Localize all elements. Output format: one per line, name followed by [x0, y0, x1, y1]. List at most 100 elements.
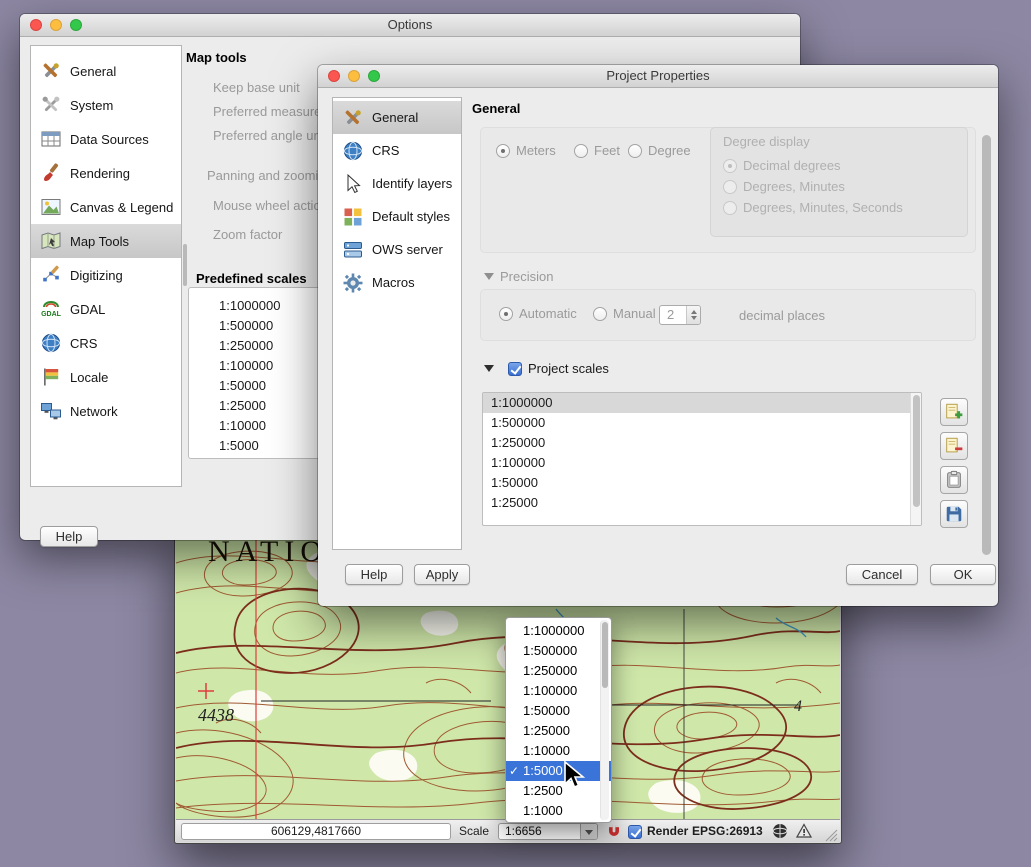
- project-scales-list[interactable]: 1:1000000 1:500000 1:250000 1:100000 1:5…: [482, 392, 922, 526]
- coordinate-box[interactable]: 606129,4817660: [181, 823, 451, 840]
- magnet-icon[interactable]: [606, 823, 622, 839]
- sidebar-item-locale[interactable]: Locale: [31, 360, 181, 394]
- scale-option[interactable]: 1:10000: [506, 741, 611, 761]
- radio-row-degree[interactable]: Degree: [628, 143, 691, 158]
- gear-icon: [342, 272, 364, 294]
- floppy-disk-icon: [944, 504, 964, 524]
- scrollbar-thumb[interactable]: [183, 244, 187, 286]
- sidebar-item-network[interactable]: Network: [31, 394, 181, 428]
- degree-radio[interactable]: [628, 144, 642, 158]
- radio-row-feet[interactable]: Feet: [574, 143, 620, 158]
- ok-button[interactable]: OK: [930, 564, 996, 585]
- sidebar-item-crs[interactable]: CRS: [333, 134, 461, 167]
- minimize-button[interactable]: [348, 70, 360, 82]
- sidebar-item-system[interactable]: System: [31, 88, 181, 122]
- precision-section-header[interactable]: Precision: [484, 269, 553, 284]
- feet-radio[interactable]: [574, 144, 588, 158]
- sidebar-item-data-sources[interactable]: Data Sources: [31, 122, 181, 156]
- degrees-minutes-label: Degrees, Minutes: [743, 179, 845, 194]
- disclosure-triangle-icon[interactable]: [484, 273, 494, 280]
- titlebar[interactable]: Project Properties: [318, 65, 998, 88]
- apply-button[interactable]: Apply: [414, 564, 470, 585]
- sidebar-item-rendering[interactable]: Rendering: [31, 156, 181, 190]
- messages-warning-icon[interactable]: [796, 823, 812, 839]
- scrollbar-thumb[interactable]: [602, 622, 608, 688]
- list-item[interactable]: 1:250000: [483, 433, 921, 453]
- radio-row-automatic[interactable]: Automatic: [499, 306, 577, 321]
- zoom-button[interactable]: [368, 70, 380, 82]
- project-scales-checkbox[interactable]: [508, 362, 522, 376]
- help-button[interactable]: Help: [345, 564, 403, 585]
- globe-icon: [342, 140, 364, 162]
- crs-status-icon[interactable]: [772, 823, 788, 839]
- tools-icon: [342, 107, 364, 129]
- radio-row-manual[interactable]: Manual: [593, 306, 656, 321]
- resize-grip[interactable]: [822, 826, 838, 842]
- sidebar-item-label: Canvas & Legend: [70, 200, 173, 215]
- page-plus-icon: [944, 402, 964, 422]
- list-scrollbar[interactable]: [910, 393, 921, 525]
- scale-option[interactable]: 1:500000: [506, 641, 611, 661]
- sidebar-item-digitizing[interactable]: Digitizing: [31, 258, 181, 292]
- sidebar-item-general[interactable]: General: [31, 54, 181, 88]
- list-item[interactable]: 1:50000: [483, 473, 921, 493]
- scale-combobox[interactable]: 1:6656: [498, 823, 598, 840]
- help-button[interactable]: Help: [40, 526, 98, 547]
- project-scales-header[interactable]: Project scales: [484, 361, 609, 376]
- sidebar-item-default-styles[interactable]: Default styles: [333, 200, 461, 233]
- sidebar-item-ows-server[interactable]: OWS server: [333, 233, 461, 266]
- minimize-button[interactable]: [50, 19, 62, 31]
- project-scales-label: Project scales: [528, 361, 609, 376]
- sidebar-item-general[interactable]: General: [333, 101, 461, 134]
- disclosure-triangle-icon[interactable]: [484, 365, 494, 372]
- decimal-places-spinner[interactable]: 2: [659, 305, 701, 325]
- radio-row-meters[interactable]: Meters: [496, 143, 556, 158]
- add-scale-button[interactable]: [940, 398, 968, 426]
- scale-option[interactable]: 1:100000: [506, 681, 611, 701]
- scrollbar-thumb[interactable]: [913, 395, 920, 507]
- sidebar-item-macros[interactable]: Macros: [333, 266, 461, 299]
- list-item[interactable]: 1:1000000: [483, 393, 921, 413]
- scale-option[interactable]: 1:250000: [506, 661, 611, 681]
- titlebar[interactable]: Options: [20, 14, 800, 37]
- sidebar-item-crs[interactable]: CRS: [31, 326, 181, 360]
- automatic-label: Automatic: [519, 306, 577, 321]
- list-item[interactable]: 1:25000: [483, 493, 921, 513]
- sidebar-item-canvas-legend[interactable]: Canvas & Legend: [31, 190, 181, 224]
- window-title: Project Properties: [606, 68, 709, 83]
- zoom-button[interactable]: [70, 19, 82, 31]
- manual-radio[interactable]: [593, 307, 607, 321]
- list-item[interactable]: 1:100000: [483, 453, 921, 473]
- sidebar-item-label: Default styles: [372, 209, 450, 224]
- automatic-radio[interactable]: [499, 307, 513, 321]
- remove-scale-button[interactable]: [940, 432, 968, 460]
- scale-combobox-value: 1:6656: [499, 824, 580, 839]
- sidebar-item-identify-layers[interactable]: Identify layers: [333, 167, 461, 200]
- field-label: Preferred measure: [213, 104, 321, 119]
- project-properties-window: Project Properties General CRS Identify …: [318, 65, 998, 606]
- scale-option[interactable]: 1:50000: [506, 701, 611, 721]
- sidebar-item-label: Rendering: [70, 166, 130, 181]
- scale-label: Scale: [459, 820, 489, 843]
- scrollbar-thumb[interactable]: [982, 135, 991, 555]
- manual-label: Manual: [613, 306, 656, 321]
- meters-radio[interactable]: [496, 144, 510, 158]
- load-scales-button[interactable]: [940, 466, 968, 494]
- scale-option[interactable]: 1:1000000: [506, 621, 611, 641]
- cancel-button[interactable]: Cancel: [846, 564, 918, 585]
- scale-option[interactable]: 1:25000: [506, 721, 611, 741]
- map-label-elevation: 4438: [198, 705, 234, 725]
- scale-option[interactable]: 1:1000: [506, 801, 611, 821]
- close-button[interactable]: [328, 70, 340, 82]
- render-checkbox[interactable]: [628, 825, 642, 839]
- close-button[interactable]: [30, 19, 42, 31]
- save-scales-button[interactable]: [940, 500, 968, 528]
- scale-option[interactable]: 1:2500: [506, 781, 611, 801]
- scale-option-selected[interactable]: 1:5000: [506, 761, 611, 781]
- sidebar-item-gdal[interactable]: GDAL GDAL: [31, 292, 181, 326]
- chevron-down-icon[interactable]: [580, 824, 597, 839]
- sidebar-item-map-tools[interactable]: Map Tools: [31, 224, 181, 258]
- popup-scrollbar[interactable]: [600, 620, 609, 820]
- spinner-arrows-icon[interactable]: [686, 306, 700, 324]
- list-item[interactable]: 1:500000: [483, 413, 921, 433]
